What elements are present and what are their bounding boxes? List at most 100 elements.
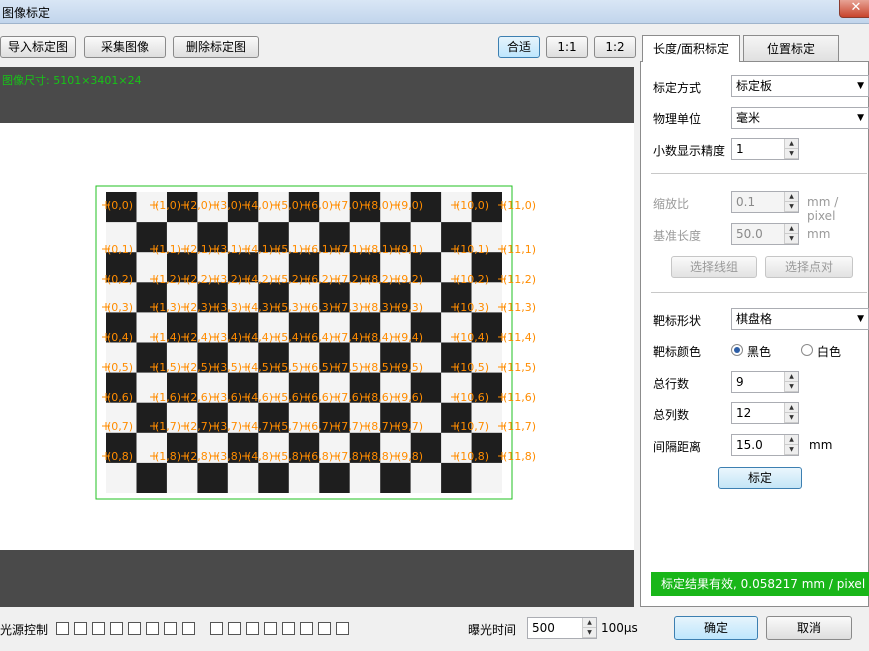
corner-label: (5,4) [277,331,303,344]
stepper-up-icon[interactable]: ▲ [785,435,798,445]
unit-select[interactable]: 毫米 ▼ [731,107,869,129]
corner-label: (4,3) [247,301,273,314]
stepper-up-icon[interactable]: ▲ [785,139,798,149]
delete-calibration-image-button[interactable]: 删除标定图 [173,36,259,58]
zoom-1-2-button[interactable]: 1:2 [594,36,636,58]
corner-label: (4,4) [247,331,273,344]
light-channel-checkbox[interactable] [210,622,223,635]
light-channel-checkbox[interactable] [300,622,313,635]
checkerboard-square [410,462,442,493]
cancel-button[interactable]: 取消 [766,616,852,640]
target-shape-select[interactable]: 棋盘格 ▼ [731,308,869,330]
corner-label: (0,5) [107,361,133,374]
exposure-label: 曝光时间 [468,623,517,637]
corner-label: (3,7) [216,420,242,433]
exposure-stepper[interactable]: 500 ▲ ▼ [527,617,597,639]
corner-label: (2,8) [186,450,212,463]
unit-label: 物理单位 [653,112,702,126]
corner-label: (11,5) [503,361,536,374]
corner-label: (11,3) [503,301,536,314]
close-button[interactable]: ✕ [839,0,869,18]
zoom-1-1-button[interactable]: 1:1 [546,36,588,58]
unit-value: 毫米 [736,111,761,125]
stepper-down-icon[interactable]: ▼ [785,445,798,455]
corner-label: (10,8) [456,450,489,463]
light-channel-checkbox[interactable] [336,622,349,635]
corner-label: (0,8) [107,450,133,463]
corner-label: (11,4) [503,331,536,344]
light-channel-checkbox[interactable] [282,622,295,635]
corner-label: (6,8) [307,450,333,463]
corner-label: (7,6) [337,391,363,404]
stepper-up-icon[interactable]: ▲ [785,403,798,413]
image-viewer[interactable]: 图像尺寸: 5101×3401×24 (0,0) (1,0) (2,0) (3,0)(… [0,67,634,607]
stepper-down-icon[interactable]: ▼ [785,382,798,392]
decimal-precision-stepper[interactable]: 1 ▲ ▼ [731,138,799,160]
corner-label: (6,5) [307,361,333,374]
target-shape-value: 棋盘格 [736,312,773,326]
corner-label: (1,3) [155,301,181,314]
corner-label: (7,4) [337,331,363,344]
color-white-radio[interactable] [801,344,813,356]
corner-label: (9,3) [397,301,423,314]
light-channel-checkbox[interactable] [182,622,195,635]
tab-length-area[interactable]: 长度/面积标定 [642,35,740,62]
spacing-stepper[interactable]: 15.0 ▲ ▼ [731,434,799,456]
select-point-pair-button[interactable]: 选择点对 [765,256,853,278]
corner-label: (0,6) [107,391,133,404]
calibrate-button[interactable]: 标定 [718,467,802,489]
corner-label: (6,3) [307,301,333,314]
spacing-unit: mm [809,438,833,452]
light-channel-checkbox[interactable] [128,622,141,635]
color-black-label[interactable]: 黑色 [747,343,771,360]
light-channel-checkbox[interactable] [228,622,241,635]
import-calibration-image-button[interactable]: 导入标定图 [0,36,76,58]
corner-label: (7,1) [337,243,363,256]
light-channel-checkbox[interactable] [246,622,259,635]
light-channel-checkbox[interactable] [74,622,87,635]
decimal-precision-label: 小数显示精度 [653,144,726,158]
divider [651,173,867,174]
light-channel-checkbox[interactable] [318,622,331,635]
select-line-group-button[interactable]: 选择线组 [671,256,757,278]
light-channel-checkbox[interactable] [92,622,105,635]
rows-stepper[interactable]: 9 ▲ ▼ [731,371,799,393]
light-channel-checkbox[interactable] [264,622,277,635]
method-select[interactable]: 标定板 ▼ [731,75,869,97]
tab-position[interactable]: 位置标定 [743,35,839,61]
decimal-precision-value: 1 [736,142,744,156]
color-white-label[interactable]: 白色 [817,343,841,360]
corner-label: (9,8) [397,450,423,463]
stepper-down-icon[interactable]: ▼ [785,149,798,159]
corner-label: (10,3) [456,301,489,314]
corner-label: (0,7) [107,420,133,433]
ok-button[interactable]: 确定 [674,616,758,640]
corner-label: (9,4) [397,331,423,344]
method-label: 标定方式 [653,81,702,95]
rows-label: 总行数 [653,377,690,391]
capture-image-button[interactable]: 采集图像 [84,36,166,58]
corner-label: (9,5) [397,361,423,374]
corner-label: (0,3) [107,301,133,314]
corner-label: (3,5) [216,361,242,374]
tab-content: 标定方式 标定板 ▼ 物理单位 毫米 ▼ 小数显示精度 1 ▲ ▼ 缩放比 0.1 ▲ ▼ … [640,61,869,607]
target-color-label: 靶标颜色 [653,345,702,359]
light-channel-checkbox[interactable] [146,622,159,635]
checkerboard-square [166,462,198,493]
stepper-up-icon[interactable]: ▲ [785,372,798,382]
corner-label: (3,4) [216,331,242,344]
corner-label: (4,7) [247,420,273,433]
stepper-down-icon[interactable]: ▼ [785,413,798,423]
light-channel-checkbox[interactable] [56,622,69,635]
corner-label: (8,1) [367,243,393,256]
light-channel-checkbox[interactable] [164,622,177,635]
cols-stepper[interactable]: 12 ▲ ▼ [731,402,799,424]
corner-label: (7,5) [337,361,363,374]
stepper-up-icon[interactable]: ▲ [583,618,596,628]
corner-label: (2,3) [186,301,212,314]
light-channel-checkbox[interactable] [110,622,123,635]
color-black-radio[interactable] [731,344,743,356]
corner-label: (9,6) [397,391,423,404]
zoom-fit-button[interactable]: 合适 [498,36,540,58]
stepper-down-icon[interactable]: ▼ [583,628,596,638]
